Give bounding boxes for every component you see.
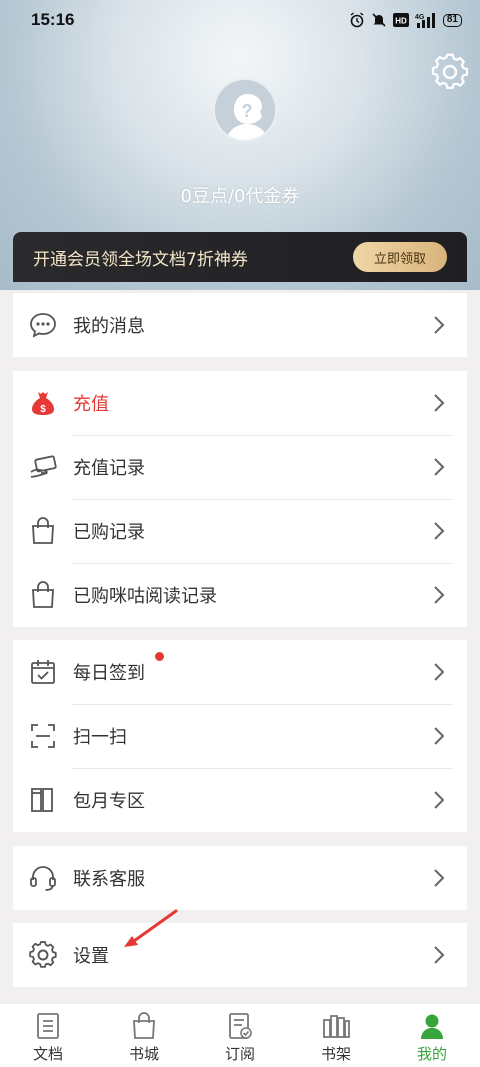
chevron-right-icon (434, 522, 445, 540)
person-icon (421, 1014, 443, 1039)
menu-label-daily-checkin: 每日签到 (73, 663, 145, 684)
gear-icon (27, 939, 59, 971)
avatar[interactable]: ? (213, 78, 277, 142)
menu-item-migu-records[interactable]: 已购咪咕阅读记录 (13, 563, 467, 627)
menu-label-customer-service: 联系客服 (73, 869, 145, 890)
chevron-right-icon (434, 394, 445, 412)
tools-card: 每日签到 扫一扫 包月专区 (13, 640, 467, 832)
tab-label: 书城 (128, 1045, 159, 1063)
signal-icon: 4G (415, 13, 435, 28)
svg-text:HD: HD (395, 17, 407, 26)
tab-label: 订阅 (224, 1045, 255, 1063)
svg-text:$: $ (40, 404, 46, 415)
bottom-tab-bar: 文档 书城 订阅 书架 我的 (0, 1003, 480, 1067)
bookshelf-icon (323, 1015, 350, 1038)
default-avatar-icon: ? (215, 80, 275, 140)
document-icon (37, 1013, 59, 1039)
chevron-right-icon (434, 791, 445, 809)
tab-label: 书架 (320, 1045, 351, 1063)
menu-label-recharge-records: 充值记录 (73, 458, 145, 479)
tab-bookstore[interactable]: 书城 (96, 1004, 192, 1067)
menu-item-purchase-records[interactable]: 已购记录 (13, 499, 467, 563)
chevron-right-icon (434, 663, 445, 681)
status-bar: 15:16 HD 4G 81 (0, 0, 480, 40)
chevron-right-icon (434, 946, 445, 964)
shopping-bag-icon (133, 1012, 155, 1039)
chevron-right-icon (434, 316, 445, 334)
chat-bubble-icon (27, 309, 59, 341)
money-bag-icon: $ (27, 387, 59, 419)
books-icon (27, 784, 59, 816)
menu-label-recharge: 充值 (73, 394, 109, 415)
menu-label-monthly-zone: 包月专区 (73, 791, 145, 812)
menu-item-monthly-zone[interactable]: 包月专区 (13, 768, 467, 832)
vip-banner[interactable]: 开通会员领全场文档7折神券 立即领取 (13, 232, 467, 282)
tab-label: 文档 (32, 1045, 63, 1063)
tab-mine[interactable]: 我的 (384, 1004, 480, 1067)
vip-banner-text: 开通会员领全场文档7折神券 (33, 249, 248, 270)
menu-item-customer-service[interactable]: 联系客服 (13, 846, 467, 910)
tab-subscription[interactable]: 订阅 (192, 1004, 288, 1067)
status-time: 15:16 (31, 10, 75, 29)
menu-item-scan[interactable]: 扫一扫 (13, 704, 467, 768)
shopping-bag-icon (27, 515, 59, 547)
shopping-bag-icon (27, 579, 59, 611)
mute-bell-icon (372, 13, 386, 27)
network-type: 4G (415, 14, 425, 21)
menu-label-messages: 我的消息 (73, 316, 145, 337)
settings-gear-button[interactable] (430, 52, 470, 92)
balance-text[interactable]: 0豆点/0代金券 (0, 182, 480, 208)
annotation-arrow-icon (124, 909, 178, 947)
menu-item-recharge-records[interactable]: 充值记录 (13, 435, 467, 499)
menu-item-settings[interactable]: 设置 (13, 923, 467, 987)
messages-card: 我的消息 (13, 293, 467, 357)
tab-label: 我的 (416, 1045, 447, 1063)
chevron-right-icon (434, 869, 445, 887)
tab-documents[interactable]: 文档 (0, 1004, 96, 1067)
chevron-right-icon (434, 458, 445, 476)
service-card: 联系客服 (13, 846, 467, 910)
subscription-icon (229, 1013, 252, 1039)
alarm-icon (350, 12, 364, 28)
calendar-check-icon (27, 656, 59, 688)
chevron-right-icon (434, 586, 445, 604)
menu-label-purchase-records: 已购记录 (73, 522, 145, 543)
hd-icon: HD (392, 13, 409, 27)
menu-label-migu-records: 已购咪咕阅读记录 (73, 586, 217, 607)
tab-bookshelf[interactable]: 书架 (288, 1004, 384, 1067)
svg-text:?: ? (242, 101, 253, 121)
claim-now-button[interactable]: 立即领取 (353, 242, 447, 272)
battery-indicator: 81 (442, 13, 462, 27)
notification-dot (155, 652, 164, 661)
scan-icon (27, 720, 59, 752)
menu-label-scan: 扫一扫 (73, 727, 127, 748)
menu-item-recharge[interactable]: $ 充值 (13, 371, 467, 435)
chevron-right-icon (434, 727, 445, 745)
menu-label-settings: 设置 (73, 946, 109, 967)
account-card: $ 充值 充值记录 已购记录 已购咪咕阅读记录 (13, 371, 467, 627)
headset-icon (27, 862, 59, 894)
gear-icon (431, 53, 469, 89)
status-icons: HD 4G 81 (349, 12, 462, 28)
profile-header: 15:16 HD 4G 81 ? 0豆点/0代金券 开通会员领全场文档7折神券 … (0, 0, 480, 290)
settings-card: 设置 (13, 923, 467, 987)
card-hand-icon (27, 451, 59, 483)
menu-item-daily-checkin[interactable]: 每日签到 (13, 640, 467, 704)
menu-item-messages[interactable]: 我的消息 (13, 293, 467, 357)
